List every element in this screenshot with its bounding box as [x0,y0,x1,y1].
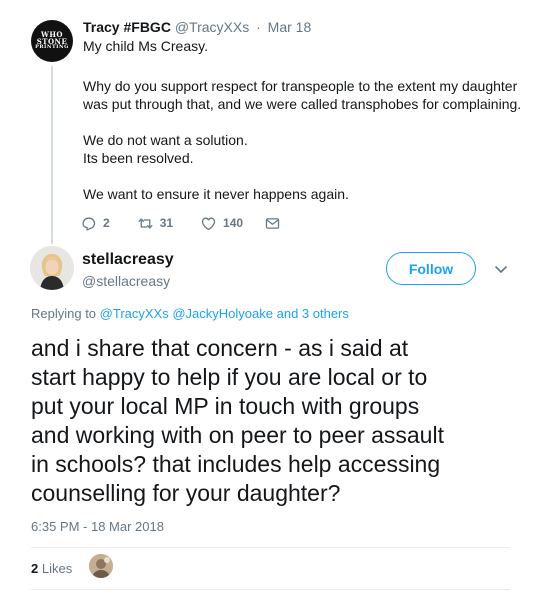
direct-message-button[interactable] [264,215,281,232]
reply-button[interactable]: 2 [80,215,110,232]
reply-icon [82,217,96,231]
more-options-button[interactable] [493,261,509,277]
tweet-text-line: We want to ensure it never happens again… [83,186,349,202]
retweet-icon [138,217,153,229]
tweet-text-line: start happy to help if you are local or … [31,364,428,390]
avatar-text-3: PRINTING [35,44,69,51]
tweet-text-line: in schools? that includes help accessing [31,451,441,477]
separator: · [256,19,261,35]
likes-summary[interactable]: 2 Likes [31,561,72,576]
like-button[interactable]: 140 [200,215,243,232]
parent-tweet[interactable]: WHO STONE PRINTING Tracy #FBGC @TracyXXs… [0,0,540,244]
display-name[interactable]: Tracy #FBGC [83,19,171,35]
like-icon [201,217,216,230]
liker-photo [89,554,113,578]
tweet-text: and i share that concern - as i said at … [31,334,521,508]
tweet-text-line: and working with on peer to peer assault [31,422,444,448]
retweet-count: 31 [159,216,174,230]
tweet-text-line: was put through that, and we were called… [83,96,522,112]
divider [31,589,510,590]
retweet-button[interactable]: 31 [137,215,173,232]
replying-prefix: Replying to [31,306,97,321]
reply-count: 2 [103,216,110,230]
liker-avatar[interactable] [89,554,113,578]
direct-message-icon [265,217,280,229]
replying-to: Replying to @TracyXXs @JackyHolyoake and… [31,306,349,321]
mention-link[interactable]: @JackyHolyoake [172,306,273,321]
likes-label: Likes [41,561,73,576]
display-name[interactable]: stellacreasy [82,251,174,269]
chevron-down-icon [495,266,507,273]
handle[interactable]: @TracyXXs [175,19,249,35]
tweet-date[interactable]: Mar 18 [268,19,312,35]
likes-count: 2 [31,561,39,576]
like-count: 140 [223,216,244,230]
thread-connector [51,66,53,244]
tweet-text-line: My child Ms Creasy. [83,38,208,54]
divider [31,547,510,548]
others-link[interactable]: and 3 others [277,306,349,321]
tweet-header: Tracy #FBGC @TracyXXs · Mar 18 [83,19,311,35]
tweet-text-line: Its been resolved. [83,150,194,166]
tweet-text-line: counselling for your daughter? [31,480,341,506]
tweet-timestamp[interactable]: 6:35 PM - 18 Mar 2018 [31,519,164,534]
handle[interactable]: @stellacreasy [82,273,170,289]
avatar[interactable] [30,246,74,290]
tweet-text-line: and i share that concern - as i said at [31,335,409,361]
main-tweet: stellacreasy @stellacreasy Follow Replyi… [0,244,540,600]
tweet-text-line: We do not want a solution. [83,132,248,148]
mention-link[interactable]: @TracyXXs [100,306,169,321]
tweet-text-line: Why do you support respect for transpeop… [83,78,518,94]
profile-photo [30,246,74,290]
avatar[interactable]: WHO STONE PRINTING [31,20,73,62]
tweet-actions: 2 31 140 [80,214,281,232]
follow-button[interactable]: Follow [386,252,476,285]
tweet-text-line: put your local MP in touch with groups [31,393,420,419]
